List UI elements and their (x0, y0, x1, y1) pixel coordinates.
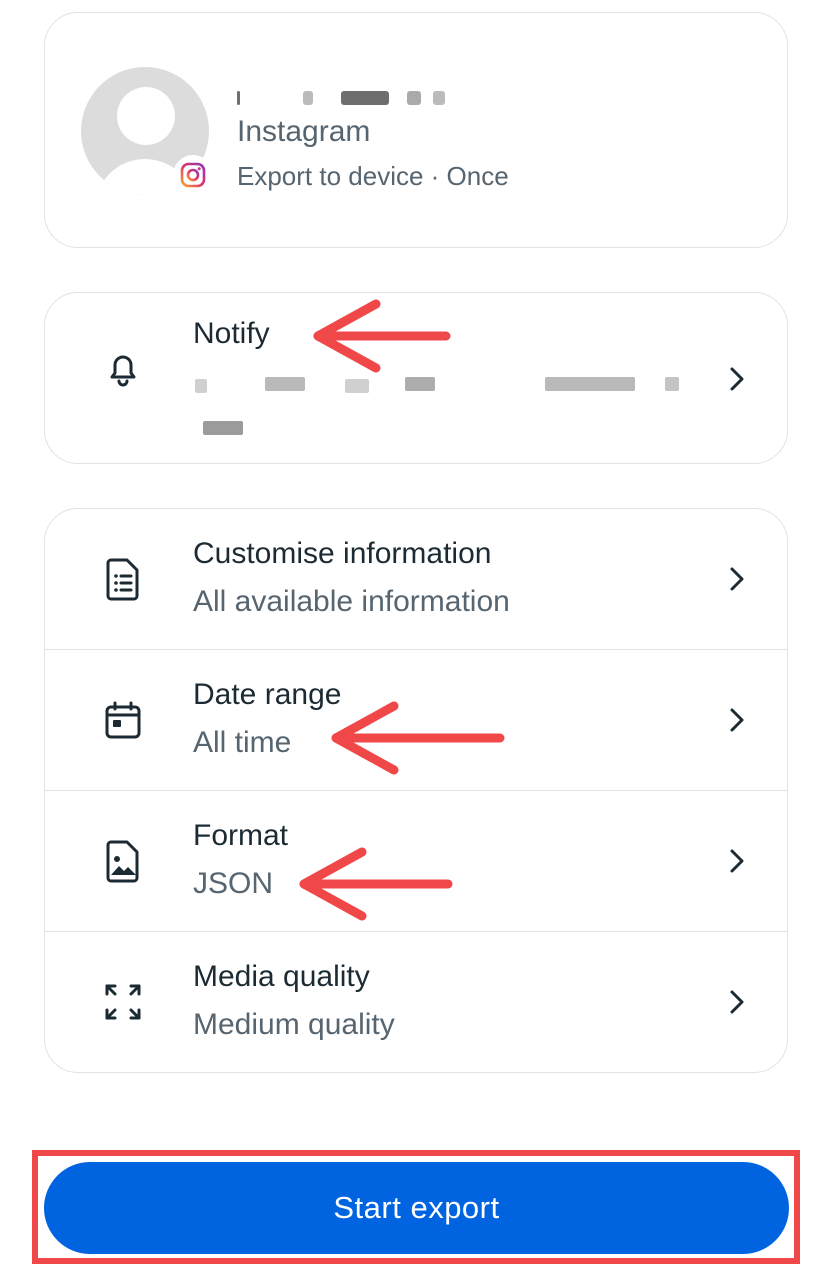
chevron-right-icon (730, 367, 744, 391)
chevron-right-icon (730, 849, 744, 873)
expand-arrows-icon (101, 980, 145, 1024)
setting-value: JSON (193, 867, 274, 900)
account-app-name: Instagram (237, 115, 371, 148)
chevron-right-icon (730, 708, 744, 732)
setting-value: Medium quality (193, 1008, 395, 1041)
setting-title: Customise information (193, 537, 492, 570)
image-file-icon (101, 839, 145, 883)
chevron-right-icon (730, 567, 744, 591)
instagram-icon (173, 155, 213, 195)
document-list-icon (101, 557, 145, 601)
setting-title: Date range (193, 678, 342, 711)
bell-icon (101, 347, 145, 391)
annotation-arrow (313, 299, 451, 373)
annotation-arrow (331, 701, 505, 775)
setting-title: Format (193, 819, 289, 852)
notify-title: Notify (193, 317, 270, 350)
setting-title: Media quality (193, 960, 370, 993)
setting-value: All time (193, 726, 292, 759)
calendar-icon (101, 698, 145, 742)
chevron-right-icon (730, 990, 744, 1014)
setting-value: All available information (193, 585, 510, 618)
export-destination-text: Export to device · Once (237, 161, 509, 191)
account-username-redacted (237, 79, 477, 109)
account-card: Instagram Export to device · Once (44, 12, 788, 248)
start-export-button[interactable]: Start export (44, 1162, 789, 1254)
annotation-arrow (299, 847, 453, 921)
setting-row-media-quality[interactable]: Media quality Medium quality (45, 932, 787, 1073)
setting-row-customise[interactable]: Customise information All available info… (45, 509, 787, 650)
export-settings-card: Customise information All available info… (44, 508, 788, 1073)
